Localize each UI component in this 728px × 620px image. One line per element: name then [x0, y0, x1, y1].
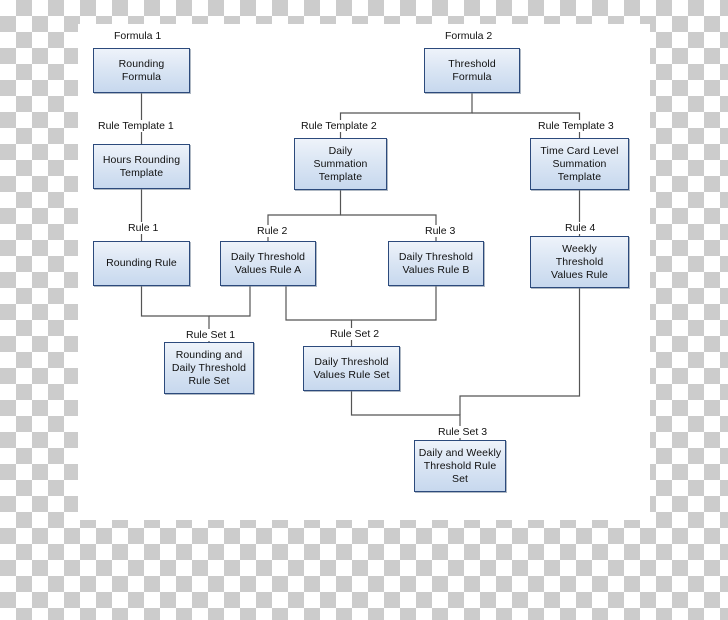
- node-daily-threshold-values-rule-a-text: Daily Threshold Values Rule A: [230, 250, 306, 276]
- node-weekly-threshold-values-rule-text: Weekly Threshold Values Rule: [551, 242, 608, 281]
- node-daily-summation-template[interactable]: Daily Summation Template: [294, 138, 387, 190]
- label-rule-template-2: Rule Template 2: [299, 120, 379, 132]
- label-rule-template-1: Rule Template 1: [96, 120, 176, 132]
- label-rule-4: Rule 4: [563, 222, 598, 234]
- label-formula-1: Formula 1: [112, 30, 164, 42]
- edge-weekly-rule-to-rule-set-3: [459, 288, 581, 415]
- node-daily-threshold-values-rule-set[interactable]: Daily Threshold Values Rule Set: [303, 346, 400, 391]
- node-threshold-formula-text: Threshold Formula: [448, 57, 496, 83]
- node-daily-threshold-values-rule-b[interactable]: Daily Threshold Values Rule B: [388, 241, 484, 286]
- label-rule-template-3: Rule Template 3: [536, 120, 616, 132]
- node-rounding-formula-text: Rounding Formula: [118, 57, 165, 83]
- node-rounding-rule-text: Rounding Rule: [106, 257, 177, 269]
- node-rounding-and-daily-threshold-rule-set-text: Rounding and Daily Threshold Rule Set: [171, 348, 247, 387]
- label-rule-2: Rule 2: [255, 225, 290, 237]
- label-formula-2: Formula 2: [443, 30, 495, 42]
- node-time-card-level-summation-template-text: Time Card Level Summation Template: [540, 144, 619, 183]
- node-daily-summation-template-text: Daily Summation Template: [313, 144, 368, 183]
- label-rule-set-1: Rule Set 1: [184, 329, 238, 341]
- label-rule-set-3: Rule Set 3: [436, 426, 490, 438]
- node-threshold-formula[interactable]: Threshold Formula: [424, 48, 520, 93]
- node-weekly-threshold-values-rule[interactable]: Weekly Threshold Values Rule: [530, 236, 629, 288]
- node-rounding-rule[interactable]: Rounding Rule: [93, 241, 190, 286]
- node-hours-rounding-template[interactable]: Hours Rounding Template: [93, 144, 190, 189]
- node-daily-and-weekly-threshold-rule-set[interactable]: Daily and Weekly Threshold Rule Set: [414, 440, 506, 492]
- node-daily-and-weekly-threshold-rule-set-text: Daily and Weekly Threshold Rule Set: [418, 446, 502, 485]
- label-rule-1: Rule 1: [126, 222, 161, 234]
- node-rounding-and-daily-threshold-rule-set[interactable]: Rounding and Daily Threshold Rule Set: [164, 342, 254, 394]
- node-daily-threshold-values-rule-set-text: Daily Threshold Values Rule Set: [313, 355, 390, 381]
- edge-daily-summation-template-to-rule-b: [340, 214, 437, 241]
- node-hours-rounding-template-text: Hours Rounding Template: [102, 153, 181, 179]
- label-rule-3: Rule 3: [423, 225, 458, 237]
- edge-rule-b-to-rule-set-2: [351, 286, 437, 321]
- diagram-connectors: [140, 93, 581, 440]
- node-time-card-level-summation-template[interactable]: Time Card Level Summation Template: [530, 138, 629, 190]
- node-daily-threshold-values-rule-a[interactable]: Daily Threshold Values Rule A: [220, 241, 316, 286]
- node-daily-threshold-values-rule-b-text: Daily Threshold Values Rule B: [398, 250, 474, 276]
- label-rule-set-2: Rule Set 2: [328, 328, 382, 340]
- node-rounding-formula[interactable]: Rounding Formula: [93, 48, 190, 93]
- diagram-canvas: Formula 1 Formula 2 Rule Template 1 Rule…: [0, 0, 728, 620]
- edge-rule-a-to-rule-set-1: [209, 286, 251, 317]
